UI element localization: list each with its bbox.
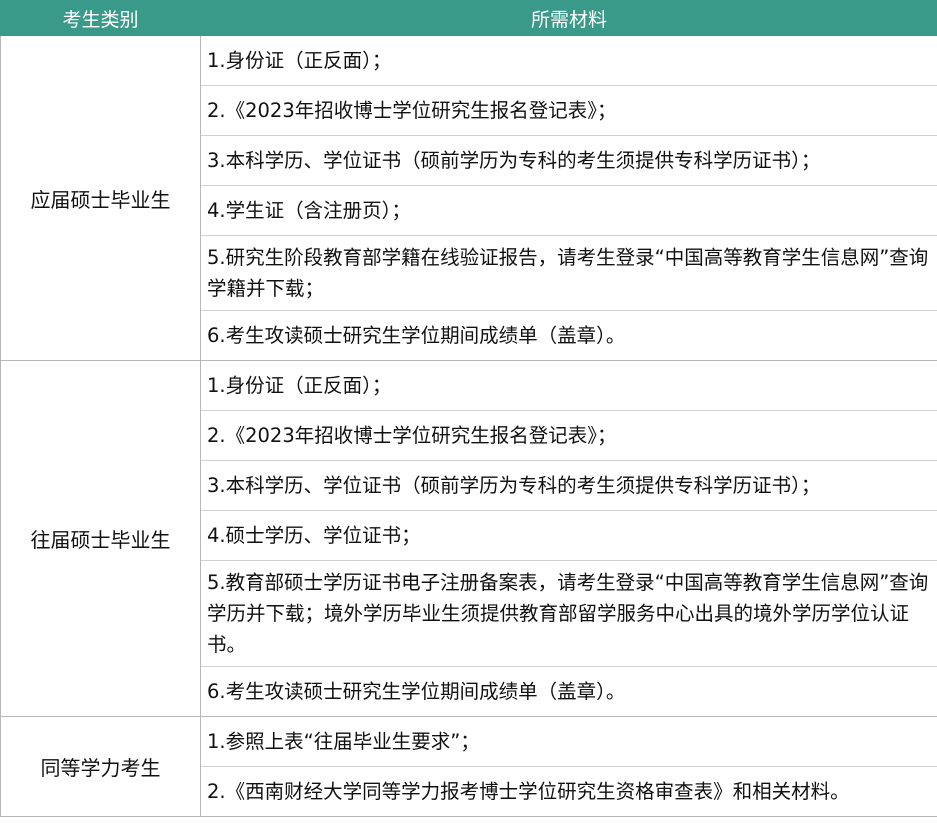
- table-header-row: 考生类别 所需材料: [0, 0, 937, 36]
- category-cell: 同等学力考生: [0, 716, 201, 817]
- materials-cell: 1.身份证（正反面）； 2.《2023年招收博士学位研究生报名登记表》； 3.本…: [200, 35, 937, 361]
- material-item: 6.考生攻读硕士研究生学位期间成绩单（盖章）。: [207, 680, 626, 703]
- material-item: 5.研究生阶段教育部学籍在线验证报告，请考生登录“中国高等教育学生信息网”查询学…: [201, 236, 937, 311]
- table-row: 同等学力考生 1.参照上表“往届毕业生要求”； 2.《西南财经大学同等学力报考博…: [0, 716, 937, 817]
- material-item: 4.学生证（含注册页）；: [201, 186, 937, 236]
- header-materials: 所需材料: [200, 0, 937, 36]
- header-category: 考生类别: [0, 0, 201, 36]
- material-item: 1.身份证（正反面）；: [201, 36, 937, 86]
- category-cell: 往届硕士毕业生: [0, 360, 201, 717]
- material-item: 2.《2023年招收博士学位研究生报名登记表》；: [201, 86, 937, 136]
- table-row: 应届硕士毕业生 1.身份证（正反面）； 2.《2023年招收博士学位研究生报名登…: [0, 35, 937, 361]
- materials-cell: 1.身份证（正反面）； 2.《2023年招收博士学位研究生报名登记表》； 3.本…: [200, 360, 937, 717]
- material-item: 2.《西南财经大学同等学力报考博士学位研究生资格审查表》和相关材料。: [207, 780, 850, 803]
- material-item: 4.硕士学历、学位证书；: [201, 511, 937, 561]
- material-item: 6.考生攻读硕士研究生学位期间成绩单（盖章）。: [207, 324, 626, 347]
- material-item: 3.本科学历、学位证书（硕前学历为专科的考生须提供专科学历证书）；: [201, 461, 937, 511]
- material-item: 2.《2023年招收博士学位研究生报名登记表》；: [201, 411, 937, 461]
- category-cell: 应届硕士毕业生: [0, 35, 201, 361]
- material-item: 5.教育部硕士学历证书电子注册备案表，请考生登录“中国高等教育学生信息网”查询学…: [201, 561, 937, 667]
- material-item: 1.身份证（正反面）；: [201, 361, 937, 411]
- material-item: 3.本科学历、学位证书（硕前学历为专科的考生须提供专科学历证书）；: [201, 136, 937, 186]
- material-item: 1.参照上表“往届毕业生要求”；: [201, 717, 937, 767]
- materials-table: 考生类别 所需材料 应届硕士毕业生 1.身份证（正反面）； 2.《2023年招收…: [0, 0, 937, 817]
- table-row: 往届硕士毕业生 1.身份证（正反面）； 2.《2023年招收博士学位研究生报名登…: [0, 360, 937, 717]
- materials-cell: 1.参照上表“往届毕业生要求”； 2.《西南财经大学同等学力报考博士学位研究生资…: [200, 716, 937, 817]
